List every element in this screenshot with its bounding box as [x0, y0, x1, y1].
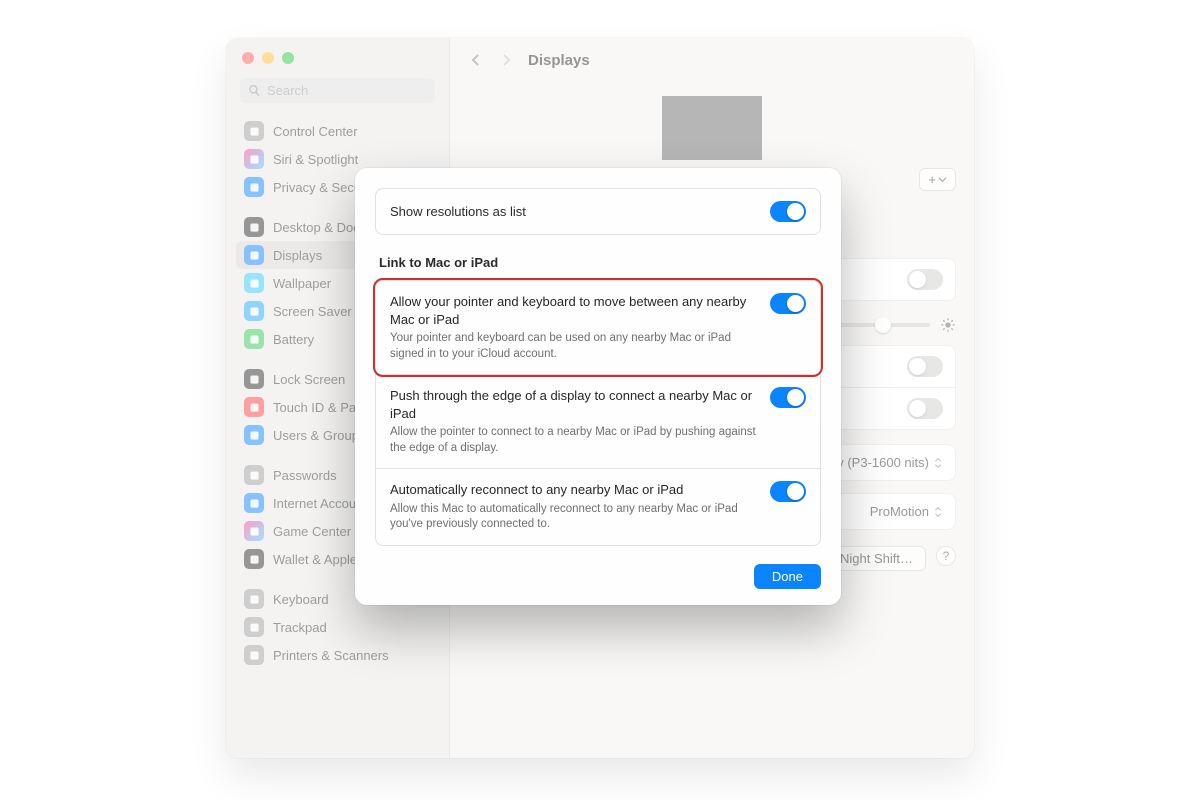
auto-reconnect-toggle[interactable] — [770, 481, 806, 502]
sidebar-icon — [244, 121, 264, 141]
done-button[interactable]: Done — [754, 564, 821, 589]
help-button[interactable]: ? — [936, 546, 956, 566]
night-shift-button[interactable]: Night Shift… — [827, 546, 926, 571]
show-resolutions-label: Show resolutions as list — [390, 204, 526, 219]
push-through-sub: Allow the pointer to connect to a nearby… — [390, 425, 760, 456]
auto-reconnect-title: Automatically reconnect to any nearby Ma… — [390, 481, 760, 499]
sidebar-item-label: Battery — [273, 332, 314, 347]
sidebar-icon — [244, 273, 264, 293]
search-placeholder: Search — [267, 83, 308, 98]
back-icon[interactable] — [468, 52, 484, 68]
sidebar-icon — [244, 617, 264, 637]
sidebar-icon — [244, 177, 264, 197]
search-icon — [248, 84, 261, 97]
window-controls — [242, 52, 439, 64]
hidden-toggle-3[interactable] — [907, 398, 943, 419]
universal-control-title: Allow your pointer and keyboard to move … — [390, 293, 760, 328]
forward-icon[interactable] — [498, 52, 514, 68]
sidebar-item-label: Displays — [273, 248, 322, 263]
advanced-modal: Show resolutions as list Link to Mac or … — [355, 168, 841, 605]
sidebar-item-label: Users & Groups — [273, 428, 365, 443]
sidebar-icon — [244, 493, 264, 513]
modal-footer: Done — [375, 564, 821, 589]
link-settings-group: Allow your pointer and keyboard to move … — [375, 280, 821, 546]
sidebar-item-label: Siri & Spotlight — [273, 152, 358, 167]
sidebar-icon — [244, 589, 264, 609]
sidebar-icon — [244, 521, 264, 541]
updown-icon — [933, 457, 943, 469]
sidebar-item-label: Passwords — [273, 468, 337, 483]
hidden-toggle-1[interactable] — [907, 269, 943, 290]
sidebar-icon — [244, 301, 264, 321]
push-through-toggle[interactable] — [770, 387, 806, 408]
universal-control-sub: Your pointer and keyboard can be used on… — [390, 331, 760, 362]
push-through-row: Push through the edge of a display to co… — [376, 374, 820, 468]
sidebar-item-label: Game Center — [273, 524, 351, 539]
show-resolutions-row: Show resolutions as list — [375, 188, 821, 235]
search-input[interactable]: Search — [240, 78, 435, 103]
sidebar-item-printers-scanners[interactable]: Printers & Scanners — [236, 641, 439, 669]
minimize-icon[interactable] — [262, 52, 274, 64]
sidebar-icon — [244, 425, 264, 445]
sidebar-icon — [244, 397, 264, 417]
link-section-header: Link to Mac or iPad — [379, 255, 817, 270]
sidebar-icon — [244, 645, 264, 665]
brightness-max-icon — [940, 317, 956, 333]
universal-control-row: Allow your pointer and keyboard to move … — [376, 281, 820, 374]
sidebar-item-trackpad[interactable]: Trackpad — [236, 613, 439, 641]
sidebar-icon — [244, 369, 264, 389]
updown-icon — [933, 506, 943, 518]
sidebar-item-label: Screen Saver — [273, 304, 352, 319]
push-through-title: Push through the edge of a display to co… — [390, 387, 760, 422]
chevron-down-icon — [938, 175, 947, 184]
sidebar-icon — [244, 549, 264, 569]
add-display-button[interactable]: + — [919, 168, 956, 191]
close-icon[interactable] — [242, 52, 254, 64]
sidebar-item-control-center[interactable]: Control Center — [236, 117, 439, 145]
sidebar-icon — [244, 465, 264, 485]
hidden-toggle-2[interactable] — [907, 356, 943, 377]
sidebar-item-label: Wallpaper — [273, 276, 331, 291]
sidebar-item-label: Printers & Scanners — [273, 648, 389, 663]
sidebar-icon — [244, 217, 264, 237]
sidebar-icon — [244, 149, 264, 169]
universal-control-toggle[interactable] — [770, 293, 806, 314]
sidebar-item-label: Control Center — [273, 124, 358, 139]
sidebar-item-label: Desktop & Dock — [273, 220, 366, 235]
content-header: Displays — [450, 38, 974, 82]
sidebar-icon — [244, 245, 264, 265]
sidebar-icon — [244, 329, 264, 349]
display-thumbnail[interactable] — [662, 96, 762, 160]
sidebar-item-label: Trackpad — [273, 620, 327, 635]
page-title: Displays — [528, 52, 590, 69]
sidebar-item-label: Keyboard — [273, 592, 329, 607]
show-resolutions-toggle[interactable] — [770, 201, 806, 222]
sidebar-item-label: Lock Screen — [273, 372, 345, 387]
brightness-knob[interactable] — [875, 317, 891, 333]
zoom-icon[interactable] — [282, 52, 294, 64]
auto-reconnect-sub: Allow this Mac to automatically reconnec… — [390, 502, 760, 533]
auto-reconnect-row: Automatically reconnect to any nearby Ma… — [376, 468, 820, 545]
